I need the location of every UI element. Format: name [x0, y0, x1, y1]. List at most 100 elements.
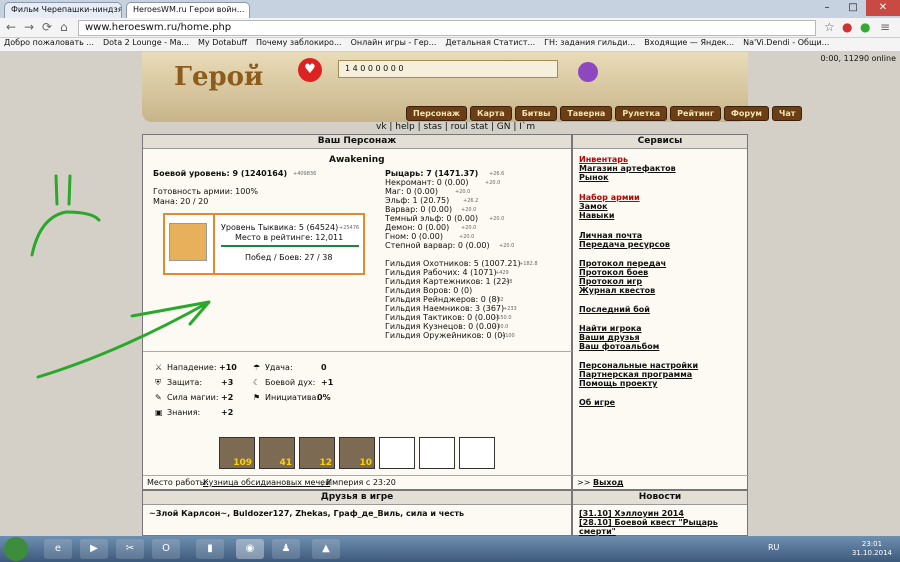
- media-icon[interactable]: ▶: [80, 539, 108, 559]
- close-window-button[interactable]: ✕: [866, 0, 900, 16]
- app-icon[interactable]: ♟: [272, 539, 300, 559]
- combat-level: Боевой уровень: 9 (1240164): [153, 169, 288, 178]
- service-market[interactable]: Рынок: [579, 173, 609, 182]
- bookmark[interactable]: ГН: задания гильди...: [544, 38, 635, 51]
- menu-chat[interactable]: Чат: [771, 106, 803, 121]
- army-slot-empty[interactable]: [379, 437, 415, 469]
- menu-rating[interactable]: Рейтинг: [670, 106, 721, 121]
- service-help[interactable]: Помощь проекту: [579, 379, 657, 388]
- guild-row: Гильдия Охотников: 5 (1007.21): [385, 259, 521, 268]
- service-find-player[interactable]: Найти игрока: [579, 324, 642, 333]
- army-slot[interactable]: 41: [259, 437, 295, 469]
- health-heart-icon: ♥: [298, 58, 322, 82]
- app-icon[interactable]: ✂: [116, 539, 144, 559]
- menu-tavern[interactable]: Таверна: [560, 106, 613, 121]
- service-last-battle[interactable]: Последний бой: [579, 305, 650, 314]
- stat-label: Защита:: [167, 378, 203, 387]
- tab-heroeswm[interactable]: HeroesWM.ru Герои войн...: [126, 2, 250, 18]
- work-place-link[interactable]: Кузница обсидиановых мечей: [203, 478, 330, 487]
- service-friends[interactable]: Ваши друзья: [579, 333, 640, 342]
- bookmark[interactable]: Детальная Статист...: [445, 38, 535, 51]
- book-icon: ▣: [155, 408, 163, 417]
- pumpkin-box: Уровень Тыквика: 5 (64524) +25476 Место …: [163, 213, 365, 275]
- star-icon[interactable]: ☆: [824, 20, 835, 34]
- bookmark[interactable]: Добро пожаловать ...: [4, 38, 94, 51]
- service-inventory[interactable]: Инвентарь: [579, 155, 628, 164]
- minimize-button[interactable]: –: [814, 0, 840, 16]
- stat-value: +2: [221, 408, 234, 417]
- menu-forum[interactable]: Форум: [724, 106, 769, 121]
- maximize-button[interactable]: □: [840, 0, 866, 16]
- army-slot[interactable]: 12: [299, 437, 335, 469]
- opera-icon[interactable]: O: [152, 539, 180, 559]
- faction-sub: +20.0: [459, 234, 475, 240]
- back-icon[interactable]: ←: [6, 20, 16, 34]
- start-button[interactable]: [4, 537, 28, 561]
- friends-list[interactable]: ~Злой Карлсон~, Buldozer127, Zhekas, Гра…: [149, 509, 464, 518]
- extension-icon[interactable]: ●: [860, 20, 870, 34]
- home-icon[interactable]: ⌂: [60, 20, 68, 34]
- service-skills[interactable]: Навыки: [579, 211, 614, 220]
- service-quest-journal[interactable]: Журнал квестов: [579, 286, 655, 295]
- service-artifact-shop[interactable]: Магазин артефактов: [579, 164, 676, 173]
- service-photo-album[interactable]: Ваш фотоальбом: [579, 342, 659, 351]
- news-item[interactable]: [28.10] Боевой квест "Рыцарь смерти": [579, 518, 745, 536]
- service-settings[interactable]: Персональные настройки: [579, 361, 698, 370]
- bookmark[interactable]: Почему заблокиро...: [256, 38, 342, 51]
- guild-sub: +150.0: [493, 315, 512, 321]
- chrome-icon[interactable]: ◉: [236, 539, 264, 559]
- address-bar[interactable]: www.heroeswm.ru/home.php: [78, 20, 816, 36]
- stat-label: Инициатива:: [265, 393, 320, 402]
- character-panel: Ваш Персонаж Awakening Боевой уровень: 9…: [142, 134, 573, 490]
- forward-icon[interactable]: →: [24, 20, 34, 34]
- menu-icon[interactable]: ≡: [880, 20, 890, 34]
- army-slot-empty[interactable]: [419, 437, 455, 469]
- bookmark[interactable]: Na'Vi.Dendi - Общи...: [743, 38, 829, 51]
- army-slot[interactable]: 10: [339, 437, 375, 469]
- army-slot[interactable]: 109: [219, 437, 255, 469]
- guild-row: Гильдия Картежников: 1 (22): [385, 277, 510, 286]
- guild-sub: +30.0: [493, 324, 509, 330]
- app-icon[interactable]: ▮: [196, 539, 224, 559]
- bookmark[interactable]: Входящие — Яндек...: [644, 38, 734, 51]
- adblock-icon[interactable]: ●: [842, 20, 852, 34]
- service-partners[interactable]: Партнерская программа: [579, 370, 692, 379]
- army-slot-empty[interactable]: [459, 437, 495, 469]
- service-mail[interactable]: Личная почта: [579, 231, 642, 240]
- news-item[interactable]: [31.10] Хэллоуин 2014: [579, 509, 684, 518]
- guild-row: Гильдия Рейнджеров: 0 (8): [385, 295, 500, 304]
- attack-icon: ⚔: [155, 363, 163, 372]
- progress-bar: [221, 245, 359, 247]
- service-army[interactable]: Набор армии: [579, 193, 640, 202]
- app-icon[interactable]: ▲: [312, 539, 340, 559]
- tab-tmnt[interactable]: Фильм Черепашки-ниндзя: [4, 2, 122, 18]
- friends-panel: Друзья в игре ~Злой Карлсон~, Buldozer12…: [142, 490, 572, 536]
- system-clock[interactable]: 23:01 31.10.2014: [852, 540, 892, 558]
- service-game-log[interactable]: Протокол игр: [579, 277, 642, 286]
- divider: [213, 215, 215, 273]
- service-transfer-log[interactable]: Протокол передач: [579, 259, 666, 268]
- service-about[interactable]: Об игре: [579, 398, 615, 407]
- service-castle[interactable]: Замок: [579, 202, 608, 211]
- ie-icon[interactable]: e: [44, 539, 72, 559]
- mana-orb-icon: [578, 62, 598, 82]
- menu-character[interactable]: Персонаж: [406, 106, 467, 121]
- menu-roulette[interactable]: Рулетка: [615, 106, 668, 121]
- guild-sub: +8: [505, 279, 513, 285]
- services-panel: Сервисы Инвентарь Магазин артефактов Рын…: [572, 134, 749, 490]
- bookmark[interactable]: Онлайн игры - Гер...: [351, 38, 437, 51]
- menu-map[interactable]: Карта: [469, 106, 512, 121]
- logout-link[interactable]: Выход: [593, 478, 623, 487]
- stat-value: +3: [221, 378, 234, 387]
- quick-links[interactable]: vk | help | stas | roul stat | GN | I`m: [376, 122, 535, 132]
- character-name[interactable]: Awakening: [329, 155, 385, 165]
- reload-icon[interactable]: ⟳: [42, 20, 52, 34]
- service-battle-log[interactable]: Протокол боев: [579, 268, 648, 277]
- service-transfer[interactable]: Передача ресурсов: [579, 240, 670, 249]
- language-indicator[interactable]: RU: [768, 543, 779, 552]
- bookmark[interactable]: Dota 2 Lounge - Ma...: [103, 38, 189, 51]
- pumpkin-level: Уровень Тыквика: 5 (64524): [221, 223, 339, 232]
- faction-row: Варвар: 0 (0.00): [385, 205, 453, 214]
- menu-battles[interactable]: Битвы: [514, 106, 558, 121]
- bookmark[interactable]: My Dotabuff: [198, 38, 247, 51]
